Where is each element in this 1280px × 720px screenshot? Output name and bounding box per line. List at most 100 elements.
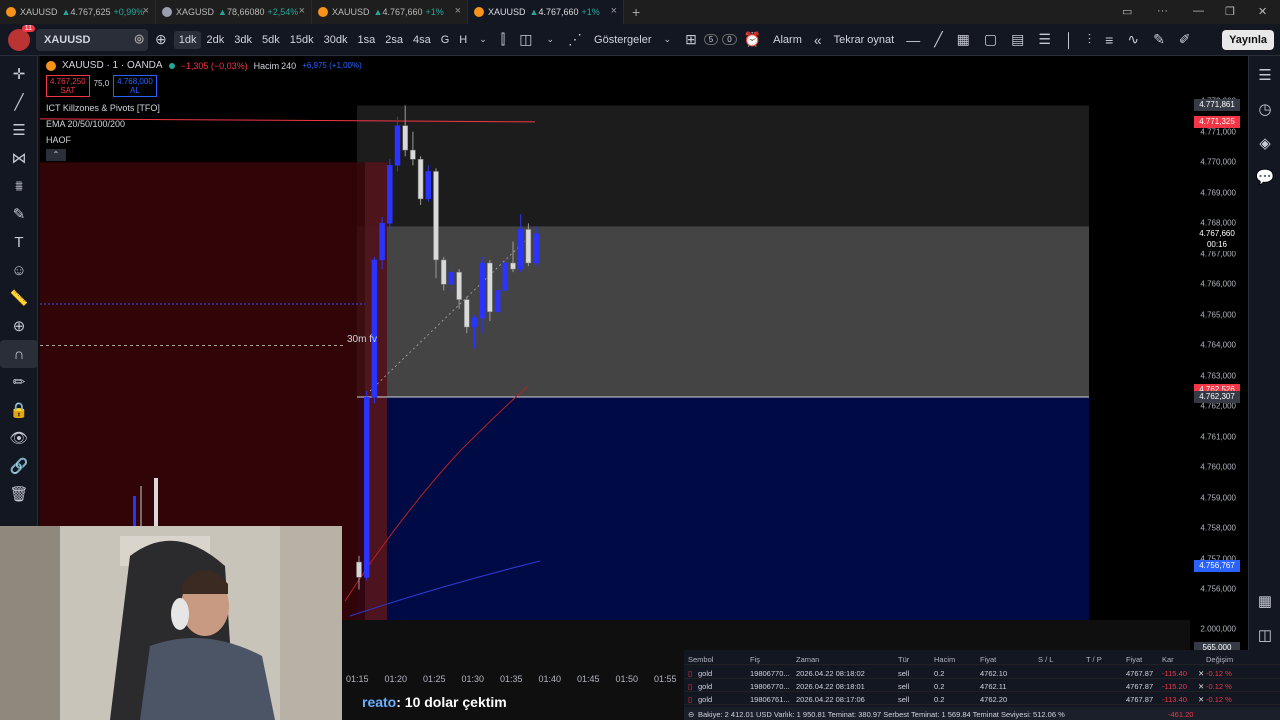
vertical-line-icon[interactable]: │ xyxy=(1058,32,1081,48)
column-header[interactable]: Fiyat xyxy=(1126,655,1142,664)
channel-icon[interactable]: ≡ xyxy=(1098,32,1120,48)
path-icon[interactable]: ∿ xyxy=(1120,31,1146,48)
pitchfork-icon[interactable]: ⫶ xyxy=(1081,31,1099,48)
position-row[interactable]: gold 19806761... 2026.04.22 08:17:06 sell 0.… xyxy=(684,692,1280,705)
replay-button[interactable]: Tekrar oynat xyxy=(829,31,900,49)
new-tab-icon[interactable]: + xyxy=(632,4,640,20)
templates-icon[interactable]: ⊞ xyxy=(678,31,704,48)
link-icon[interactable]: 🔗 xyxy=(0,452,38,480)
minimize-icon[interactable]: — xyxy=(1193,5,1204,17)
text-icon[interactable]: T xyxy=(0,228,38,256)
chevron-down-icon[interactable]: ⌄ xyxy=(657,34,679,45)
alarm-button[interactable]: Alarm xyxy=(768,31,807,49)
symbol-search[interactable]: XAUUSD ◎ xyxy=(36,28,148,51)
column-header[interactable]: Kar xyxy=(1162,655,1174,664)
close-icon[interactable]: × xyxy=(299,5,305,17)
ruler-icon[interactable]: 📏 xyxy=(0,284,38,312)
crosshair-icon[interactable]: ✛ xyxy=(0,60,38,88)
more-icon[interactable]: ··· xyxy=(1157,5,1168,17)
tab-3[interactable]: XAUUSD ▲ 4.767,660 +1% × xyxy=(468,0,624,24)
buy-button[interactable]: 4.768,000 AL xyxy=(113,75,157,97)
add-symbol-icon[interactable]: ⊕ xyxy=(148,31,174,48)
chevron-down-icon[interactable]: ⌄ xyxy=(472,34,494,45)
tab-1[interactable]: XAGUSD ▲ 78,66080 +2,54% × xyxy=(156,0,312,24)
interval-5dk[interactable]: 5dk xyxy=(257,31,285,49)
interval-1dk[interactable]: 1dk xyxy=(173,30,202,49)
interval-30dk[interactable]: 30dk xyxy=(319,31,353,49)
time-axis[interactable]: 01:15 01:20 01:25 01:30 01:35 01:40 01:45 01:50… xyxy=(342,674,684,688)
sell-button[interactable]: 4.767,250 SAT xyxy=(46,75,90,97)
indicators-button[interactable]: Göstergeler xyxy=(589,31,656,49)
trash-icon[interactable]: 🗑 xyxy=(0,480,38,508)
column-header[interactable]: T / P xyxy=(1086,655,1102,664)
column-header[interactable]: Değişim xyxy=(1206,655,1233,664)
window-close-icon[interactable]: ✕ xyxy=(1258,5,1267,18)
interval-1sa[interactable]: 1sa xyxy=(352,31,380,49)
interval-h[interactable]: H xyxy=(454,31,472,49)
tab-0[interactable]: XAUUSD ▲ 4.767,625 +0,99% × xyxy=(0,0,156,24)
column-header[interactable]: Tür xyxy=(898,655,909,664)
horizontal-line-icon[interactable]: — xyxy=(899,32,927,48)
pen-icon[interactable]: ✐ xyxy=(1172,31,1198,48)
close-icon[interactable]: × xyxy=(143,5,149,17)
grid-icon[interactable]: ▦ xyxy=(950,31,977,48)
close-icon[interactable]: × xyxy=(611,5,617,17)
lock-icon[interactable]: 🔒 xyxy=(0,396,38,424)
column-header[interactable]: Sembol xyxy=(688,655,713,664)
notifications-icon[interactable]: ◫ xyxy=(1249,618,1280,652)
collapse-icon[interactable]: ⊖ xyxy=(688,710,694,719)
brush-icon[interactable]: ✎ xyxy=(1146,31,1172,48)
indicator-killzones[interactable]: ICT Killzones & Pivots [TFO] xyxy=(46,103,362,113)
candles-type-icon[interactable]: ⫿ xyxy=(494,31,512,48)
symbol-settings-icon[interactable]: ◎ xyxy=(134,32,144,45)
legend-title[interactable]: XAUUSD · 1 · OANDA xyxy=(62,60,163,71)
layout-icon[interactable]: ▭ xyxy=(1122,5,1132,18)
interval-2dk[interactable]: 2dk xyxy=(201,31,229,49)
chevron-down-icon[interactable]: ⌄ xyxy=(539,34,561,45)
close-position-icon[interactable]: ✕ xyxy=(1198,695,1204,704)
lock-drawing-icon[interactable]: ✏ xyxy=(0,368,38,396)
alerts-clock-icon[interactable]: ◷ xyxy=(1249,92,1280,126)
trend-line-icon[interactable]: ╱ xyxy=(927,31,949,48)
indicator-haof[interactable]: HAOF xyxy=(46,135,362,145)
close-position-icon[interactable]: ✕ xyxy=(1198,682,1204,691)
emoji-icon[interactable]: ☺ xyxy=(0,256,38,284)
patterns-icon[interactable]: ⋈ xyxy=(0,144,38,172)
column-header[interactable]: S / L xyxy=(1038,655,1053,664)
column-header[interactable]: Hacim xyxy=(934,655,955,664)
zoom-icon[interactable]: ⊕ xyxy=(0,312,38,340)
trend-line-icon[interactable]: ╱ xyxy=(0,88,38,116)
interval-3dk[interactable]: 3dk xyxy=(229,31,257,49)
eye-icon[interactable]: 👁 xyxy=(0,424,38,452)
close-icon[interactable]: × xyxy=(455,5,461,17)
interval-2sa[interactable]: 2sa xyxy=(380,31,408,49)
restore-icon[interactable]: ❐ xyxy=(1225,5,1235,18)
lines-icon[interactable]: ☰ xyxy=(1031,31,1058,48)
position-row[interactable]: gold 19806770... 2026.04.22 08:18:02 sell 0.… xyxy=(684,666,1280,679)
interval-15dk[interactable]: 15dk xyxy=(285,31,319,49)
brush-icon[interactable]: ✎ xyxy=(0,200,38,228)
fib-icon[interactable]: ▤ xyxy=(1004,31,1031,48)
avatar[interactable]: 11 xyxy=(8,24,35,51)
position-row[interactable]: gold 19806770... 2026.04.22 08:18:01 sell 0.… xyxy=(684,679,1280,692)
chat-icon[interactable]: 💬 xyxy=(1249,160,1280,194)
interval-4sa[interactable]: 4sa xyxy=(408,31,436,49)
watchlist-icon[interactable]: ☰ xyxy=(1249,58,1280,92)
indicator-ema[interactable]: EMA 20/50/100/200 xyxy=(46,119,362,129)
magnet-icon[interactable]: ∩ xyxy=(0,340,38,368)
column-header[interactable]: Fiş xyxy=(750,655,760,664)
column-header[interactable]: Zaman xyxy=(796,655,819,664)
counter-badge[interactable]: 0 xyxy=(722,34,737,45)
calendar-icon[interactable]: ▦ xyxy=(1249,584,1280,618)
publish-button[interactable]: Yayınla xyxy=(1222,29,1274,50)
rectangle-icon[interactable]: ▢ xyxy=(977,31,1004,48)
bar-type-icon[interactable]: ◫ xyxy=(512,31,539,48)
layers-icon[interactable]: ◈ xyxy=(1249,126,1280,160)
fib-retracement-icon[interactable]: ☰ xyxy=(0,116,38,144)
close-position-icon[interactable]: ✕ xyxy=(1198,669,1204,678)
tab-2[interactable]: XAUUSD ▲ 4.767,660 +1% × xyxy=(312,0,468,24)
counter-badge[interactable]: 5 xyxy=(703,34,719,45)
column-header[interactable]: Fiyat xyxy=(980,655,996,664)
interval-g[interactable]: G xyxy=(436,31,455,49)
price-axis[interactable]: 4.772,0004.771,0004.770,0004.769,0004.76… xyxy=(1190,56,1248,676)
